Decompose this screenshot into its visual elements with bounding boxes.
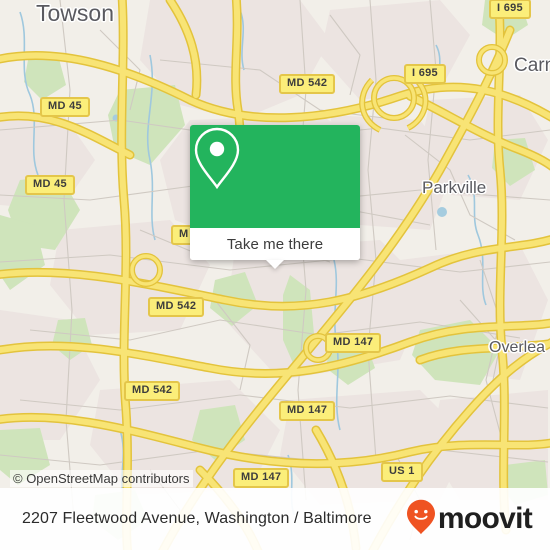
moovit-smiley-pin-icon bbox=[406, 499, 436, 540]
road-shield-md45-a: MD 45 bbox=[40, 97, 90, 117]
popup-action[interactable]: Take me there bbox=[190, 228, 360, 269]
popup-tail bbox=[266, 260, 284, 269]
road-shield-md45-b: MD 45 bbox=[25, 175, 75, 195]
road-shield-md147-c: MD 147 bbox=[233, 468, 290, 488]
location-popup-card[interactable]: Take me there bbox=[190, 125, 360, 269]
moovit-logo[interactable]: moovit bbox=[406, 499, 533, 540]
road-shield-i695-b: I 695 bbox=[489, 0, 531, 19]
road-shield-md147-a: MD 147 bbox=[325, 333, 382, 353]
road-shield-md147-b: MD 147 bbox=[279, 401, 336, 421]
road-shield-md542-a: MD 542 bbox=[279, 74, 336, 94]
osm-attribution: © OpenStreetMap contributors bbox=[10, 470, 193, 487]
take-me-there-label: Take me there bbox=[226, 235, 324, 253]
road-shield-i695-a: I 695 bbox=[404, 64, 446, 84]
road-shield-md542-c: MD 542 bbox=[124, 381, 181, 401]
road-shield-md542-b: MD 542 bbox=[148, 297, 205, 317]
road-shield-us1: US 1 bbox=[381, 462, 423, 482]
address-title: 2207 Fleetwood Avenue, Washington / Balt… bbox=[22, 510, 372, 527]
map-canvas[interactable]: Towson Carne Parkville Overlea I 695 I 6… bbox=[0, 0, 550, 550]
popup-header bbox=[190, 125, 360, 228]
moovit-wordmark: moovit bbox=[437, 502, 533, 535]
footer-bar: 2207 Fleetwood Avenue, Washington / Balt… bbox=[0, 488, 550, 550]
